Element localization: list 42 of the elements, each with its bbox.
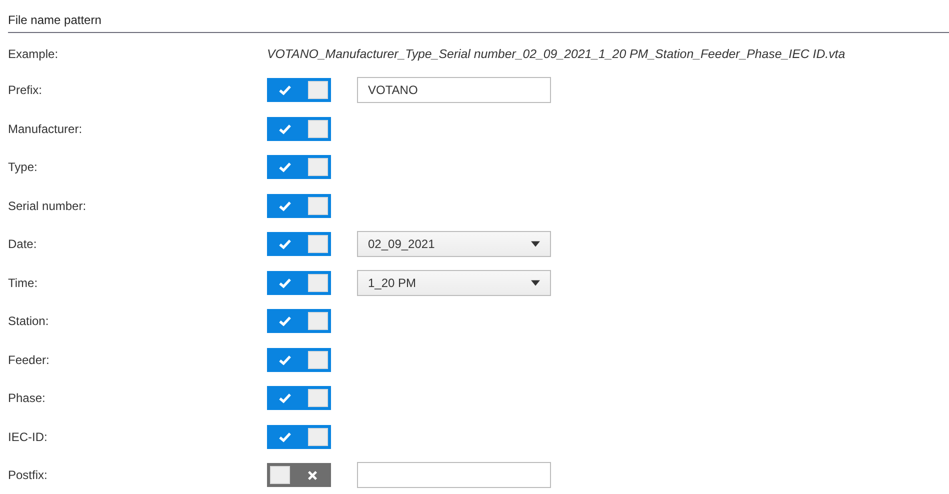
toggle-switch[interactable] [267,194,331,218]
field-label: Time: [8,276,39,290]
toggle-switch[interactable] [267,386,331,410]
caret-icon [531,241,540,248]
cross-icon [307,470,318,481]
field-label: Type: [8,160,38,174]
toggle-switch[interactable] [267,116,331,141]
field-label: Station: [8,314,50,328]
field-label: Date: [8,237,38,252]
checkmark-icon [278,161,292,174]
caret-icon [531,280,540,286]
field-label: Postfix: [8,468,48,482]
toggle-switch[interactable] [267,424,331,449]
field-label: IEC-ID: [8,430,48,444]
toggle-switch[interactable] [267,155,331,180]
field-label: Phase: [8,391,46,406]
checkmark-icon [278,84,292,96]
toggle-switch[interactable] [267,348,331,372]
checkmark-icon [278,315,292,328]
example-label: Example: [8,47,60,61]
text-field[interactable] [357,462,551,488]
field-label: Serial number: [8,198,88,213]
field-label: Manufacturer: [8,122,84,136]
section-title: File name pattern [8,13,102,27]
checkmark-icon [278,430,292,443]
checkmark-icon [278,392,292,404]
checkmark-icon [278,354,292,366]
checkmark-icon [278,238,292,250]
dropdown[interactable]: 1_20 PM [357,270,551,296]
toggle-switch[interactable] [267,270,331,295]
checkmark-icon [278,200,292,212]
field-label: Prefix: [8,83,44,98]
dropdown[interactable]: 02_09_2021 [357,231,551,258]
toggle-switch[interactable] [267,78,331,102]
checkmark-icon [278,276,292,289]
toggle-switch[interactable] [267,232,331,256]
toggle-switch[interactable] [267,309,331,334]
text-field[interactable]: VOTANO [357,77,551,104]
toggle-switch[interactable] [267,463,331,488]
checkmark-icon [278,122,292,135]
field-label: Feeder: [8,352,50,367]
example-filename: VOTANO_Manufacturer_Type_Serial number_02_09_2021_1_20 PM_Station_Feeder_Phase_IEC ID.vta [267,47,846,61]
